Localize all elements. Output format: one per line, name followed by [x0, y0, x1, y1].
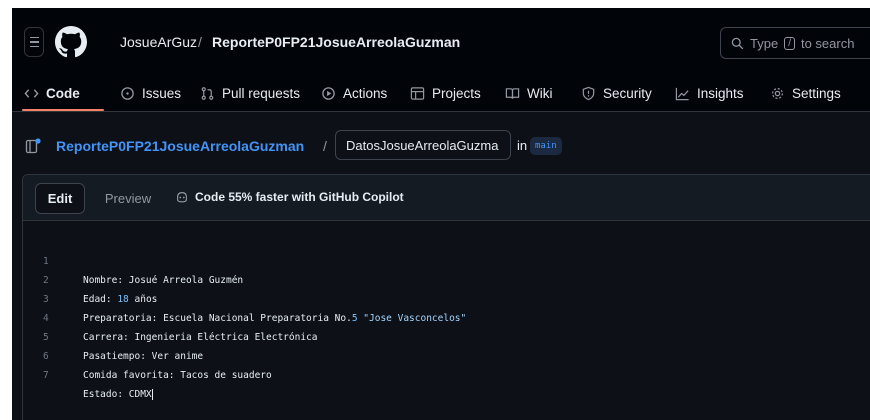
code-line: 6 Comida favorita: Tacos de suadero — [23, 328, 870, 381]
hamburger-menu-button[interactable] — [24, 27, 44, 57]
tab-projects[interactable]: Projects — [410, 81, 481, 105]
line-text: Comida favorita: Tacos de suadero — [83, 366, 272, 385]
tab-actions[interactable]: Actions — [321, 81, 387, 105]
tab-insights[interactable]: Insights — [675, 81, 744, 105]
tab-label: Pull requests — [222, 85, 301, 101]
tab-label: Projects — [432, 85, 481, 101]
line-number: 7 — [43, 370, 49, 381]
table-icon — [410, 86, 425, 100]
code-icon — [24, 88, 39, 98]
code-text: Estado: CDMX — [83, 389, 152, 400]
issue-icon — [121, 86, 134, 100]
branch-badge: main — [530, 137, 562, 155]
tab-label: Code — [46, 85, 80, 101]
code-line: 3 Preparatoria: Escuela Nacional Prepara… — [23, 271, 870, 324]
code-line: 5 Pasatiempo: Ver anime — [23, 309, 870, 362]
menu-line — [29, 45, 39, 48]
file-editor: Edit Preview Code 55% faster with GitHub… — [22, 174, 870, 420]
book-icon — [505, 87, 520, 99]
tab-label: Actions — [343, 85, 388, 101]
tab-label: Wiki — [527, 85, 553, 101]
play-icon — [322, 86, 335, 100]
repo-root-link[interactable]: ReporteP0FP21JosueArreolaGuzman — [56, 138, 304, 154]
copilot-icon — [177, 192, 187, 203]
code-text: Comida favorita: Tacos de suadero — [83, 370, 272, 381]
tab-pull-requests[interactable]: Pull requests — [200, 81, 300, 105]
edit-tab[interactable]: Edit — [35, 183, 85, 214]
search-shortcut-key: / — [784, 36, 795, 50]
pull-request-icon — [201, 86, 214, 100]
path-separator: / — [323, 138, 327, 154]
search-placeholder-suffix: to search — [800, 35, 855, 51]
code-area[interactable]: 1 Nombre: Josué Arreola Guzmén 2 Edad: 1… — [23, 233, 870, 400]
in-label: in — [517, 138, 528, 153]
file-tree-icon[interactable] — [25, 138, 41, 154]
github-window: JosueArGuz / ReporteP0FP21JosueArreolaGu… — [12, 8, 870, 420]
tab-label: Insights — [697, 85, 744, 101]
gear-icon — [772, 87, 783, 99]
search-icon — [731, 37, 744, 49]
search-input[interactable]: Type / to search — [720, 27, 870, 59]
active-tab-underline — [22, 109, 104, 111]
tab-security[interactable]: Security — [581, 81, 652, 105]
text-cursor — [151, 389, 153, 400]
file-breadcrumb: ReporteP0FP21JosueArreolaGuzman / DatosJ… — [12, 126, 870, 164]
shield-icon — [582, 86, 595, 100]
tab-label: Security — [603, 85, 652, 101]
copilot-text: Code 55% faster with GitHub Copilot — [195, 190, 404, 204]
code-line: 1 Nombre: Josué Arreola Guzmén — [23, 233, 870, 286]
editor-toolbar: Edit Preview Code 55% faster with GitHub… — [23, 175, 870, 221]
code-line: 7 Estado: CDMX — [23, 347, 870, 400]
graph-icon — [675, 87, 689, 100]
tab-issues[interactable]: Issues — [120, 81, 181, 105]
repo-name-link[interactable]: ReporteP0FP21JosueArreolaGuzman — [212, 34, 460, 50]
filename-input[interactable]: DatosJosueArreolaGuzma — [335, 130, 511, 160]
github-logo-icon[interactable] — [55, 26, 87, 58]
tab-code[interactable]: Code — [24, 81, 80, 105]
menu-line — [29, 41, 39, 43]
tab-label: Settings — [792, 85, 841, 101]
copilot-banner[interactable]: Code 55% faster with GitHub Copilot — [175, 190, 404, 204]
menu-line — [29, 36, 39, 39]
code-line: 2 Edad: 18 años — [23, 252, 870, 305]
breadcrumb-separator: / — [198, 34, 202, 50]
search-placeholder-prefix: Type — [750, 35, 779, 51]
code-line: 4 Carrera: Ingenieria Eléctrica Electrón… — [23, 290, 870, 343]
owner-link[interactable]: JosueArGuz — [120, 34, 197, 50]
line-text: Estado: CDMX — [83, 385, 153, 404]
repo-nav: Code Issues Pull requests Actions Projec… — [12, 74, 870, 112]
tab-settings[interactable]: Settings — [770, 81, 841, 105]
tab-label: Issues — [142, 85, 182, 101]
tab-wiki[interactable]: Wiki — [505, 81, 553, 105]
repo-header: JosueArGuz / ReporteP0FP21JosueArreolaGu… — [12, 8, 870, 112]
preview-tab[interactable]: Preview — [89, 183, 167, 214]
